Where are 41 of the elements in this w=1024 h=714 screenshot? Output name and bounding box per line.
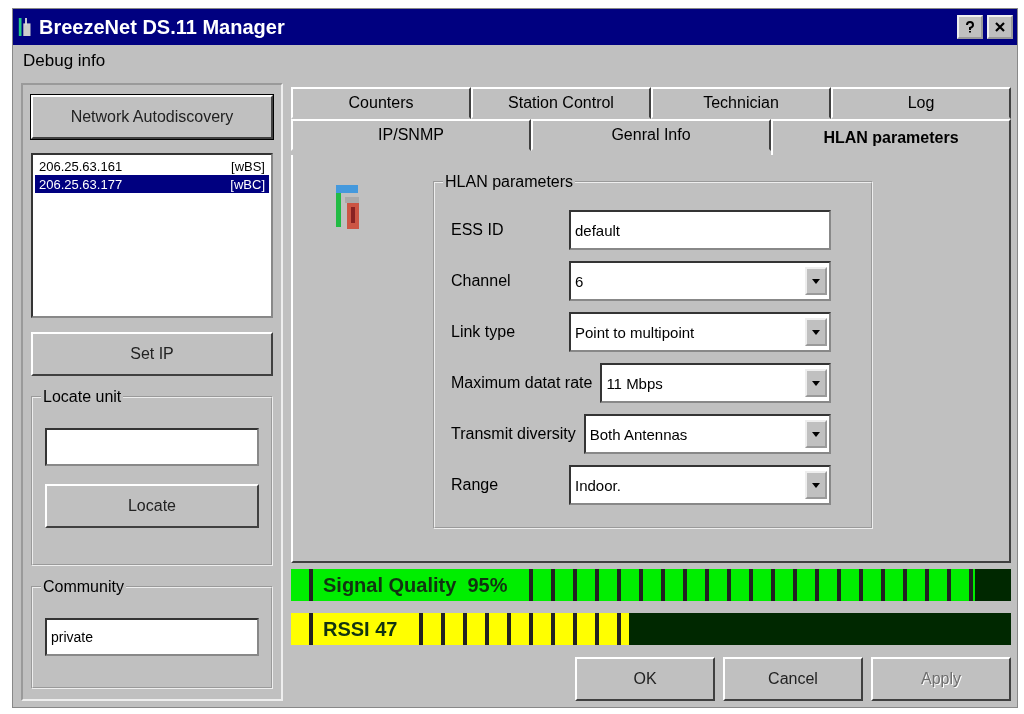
input-field[interactable] bbox=[45, 428, 259, 466]
autodiscovery-button[interactable]: Network Autodiscovery bbox=[31, 95, 273, 139]
field-label: Transmit diversity bbox=[451, 425, 576, 443]
dialog-button[interactable]: Cancel bbox=[723, 657, 863, 701]
dropdown-arrow-icon bbox=[812, 482, 820, 488]
set-ip-button[interactable]: Set IP bbox=[31, 332, 273, 376]
close-icon bbox=[995, 22, 1005, 32]
tab[interactable]: Technician bbox=[651, 87, 831, 119]
close-button[interactable] bbox=[987, 15, 1013, 39]
dropdown[interactable]: Both Antennas bbox=[583, 414, 831, 454]
tab[interactable]: HLAN parameters bbox=[771, 119, 1011, 155]
dropdown-arrow-icon bbox=[812, 278, 820, 284]
dialog-button[interactable]: OK bbox=[575, 657, 715, 701]
field-label: Link type bbox=[451, 323, 517, 341]
list-item[interactable]: 206.25.63.161 [wBS] bbox=[35, 157, 269, 175]
menu-item[interactable]: Debug info bbox=[23, 51, 106, 71]
field-label: Channel bbox=[451, 272, 512, 290]
field-label: Range bbox=[451, 476, 500, 494]
dropdown-arrow-icon bbox=[812, 380, 820, 386]
window-title: BreezeNet DS.11 Manager bbox=[39, 15, 285, 39]
input-field[interactable]: default bbox=[569, 210, 831, 250]
field-label: ESS ID bbox=[451, 221, 505, 239]
question-mark-icon bbox=[965, 21, 975, 33]
list-item[interactable]: 206.25.63.177 [wBC] bbox=[35, 175, 269, 193]
help-button[interactable] bbox=[957, 15, 983, 39]
field-label: Maximum datat rate bbox=[451, 374, 593, 392]
group-title: HLAN parameters bbox=[443, 173, 576, 191]
dropdown-arrow-icon bbox=[812, 431, 820, 437]
dropdown[interactable]: 11 Mbps bbox=[600, 363, 831, 403]
locate-button[interactable]: Locate bbox=[45, 484, 259, 528]
tab[interactable]: Log bbox=[831, 87, 1011, 119]
tab[interactable]: Station Control bbox=[471, 87, 651, 119]
group-title: Community bbox=[41, 578, 126, 596]
dropdown[interactable]: Indoor. bbox=[569, 465, 831, 505]
input-field[interactable]: private bbox=[45, 618, 259, 656]
tab[interactable]: Genral Info bbox=[531, 119, 771, 151]
dropdown[interactable]: Point to multipoint bbox=[569, 312, 831, 352]
dropdown-arrow-icon bbox=[812, 329, 820, 335]
tab[interactable]: Counters bbox=[291, 87, 471, 119]
dropdown[interactable]: 6 bbox=[569, 261, 831, 301]
tab[interactable]: IP/SNMP bbox=[291, 119, 531, 151]
